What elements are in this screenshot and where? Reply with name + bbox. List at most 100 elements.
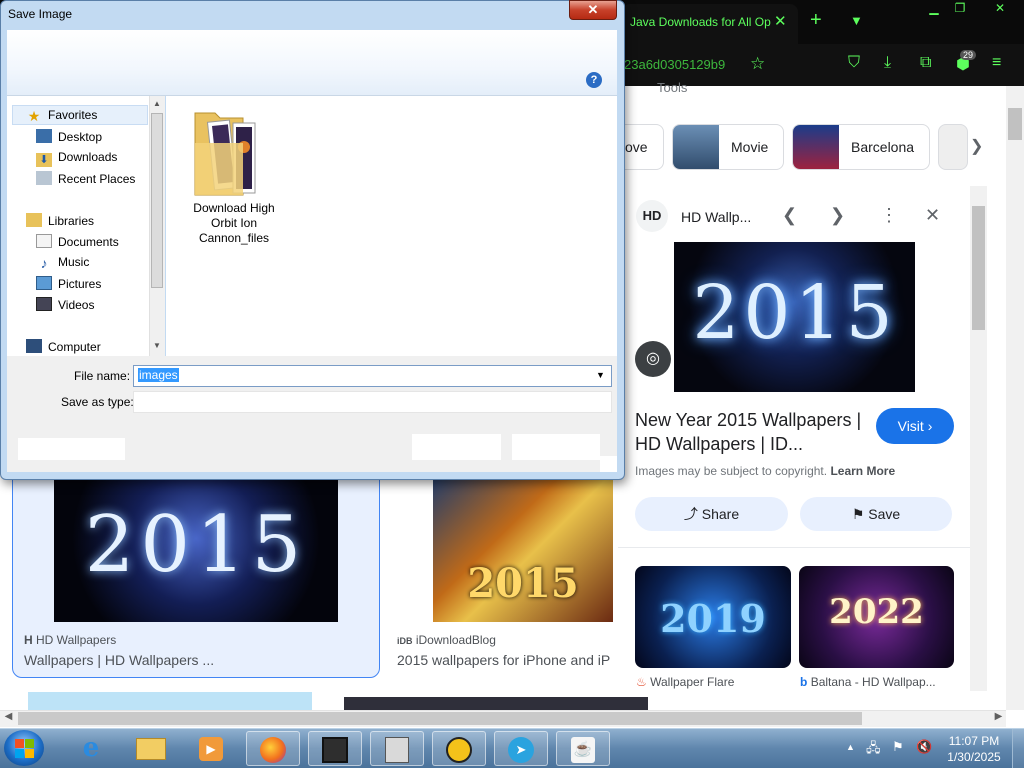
nav-item-music[interactable]: ♪ Music xyxy=(36,255,90,273)
java-icon[interactable]: ☕ xyxy=(556,731,610,766)
menu-icon[interactable]: ≡ xyxy=(992,54,1001,72)
file-explorer-icon[interactable] xyxy=(124,731,178,766)
address-bar-url[interactable]: 23a6d0305129b9 xyxy=(624,57,725,72)
filter-chip-barcelona[interactable]: Barcelona xyxy=(792,124,930,170)
chevron-left-icon[interactable]: ❮ xyxy=(782,205,797,226)
result-source[interactable]: H HD Wallpapers xyxy=(24,633,116,647)
nav-item-pictures[interactable]: Pictures xyxy=(36,276,101,294)
new-tab-icon[interactable]: + xyxy=(810,9,822,32)
nav-item-videos[interactable]: Videos xyxy=(36,297,94,315)
dialog-cancel-button[interactable] xyxy=(512,434,600,460)
folder-icon[interactable] xyxy=(193,103,259,199)
restore-icon[interactable]: ❐ xyxy=(944,0,976,18)
learn-more-link[interactable]: Learn More xyxy=(830,464,895,478)
result-source-name: iDownloadBlog xyxy=(415,633,496,647)
result-source[interactable]: iDB iDownloadBlog xyxy=(397,633,496,647)
file-name-input[interactable] xyxy=(133,365,612,387)
app-icon[interactable] xyxy=(432,731,486,766)
lens-search-icon[interactable]: ◎ xyxy=(635,341,671,377)
share-button[interactable]: ⤴ Share xyxy=(635,497,788,531)
folder-label[interactable]: Download High Orbit Ion Cannon_files xyxy=(186,201,282,246)
result-image[interactable] xyxy=(28,692,312,710)
flag-icon[interactable]: ⚑ xyxy=(892,739,904,755)
file-name-value[interactable]: images xyxy=(138,368,179,382)
dialog-close-button[interactable]: ✕ xyxy=(569,0,617,20)
more-vertical-icon[interactable]: ⋮ xyxy=(880,205,898,226)
result-title[interactable]: Wallpapers | HD Wallpapers ... xyxy=(24,652,214,668)
related-image[interactable]: 2019 xyxy=(635,566,791,668)
panel-scrollbar-thumb[interactable] xyxy=(972,206,985,330)
dropdown-arrow-icon[interactable]: ▼ xyxy=(596,370,605,380)
documents-icon xyxy=(36,234,52,248)
chevron-right-icon[interactable]: ❯ xyxy=(830,205,845,226)
result-image[interactable]: 2015 xyxy=(54,470,338,622)
chevron-right-icon[interactable]: ❯ xyxy=(970,136,983,156)
extensions-icon[interactable]: ⧉ xyxy=(920,54,931,72)
panel-site-name[interactable]: HD Wallp... xyxy=(681,209,751,225)
nav-item-computer[interactable]: Computer xyxy=(26,339,101,357)
nav-item-libraries[interactable]: Libraries xyxy=(26,213,94,231)
nav-item-downloads[interactable]: ⬇ Downloads xyxy=(36,150,117,168)
network-icon[interactable]: 🖧 xyxy=(866,739,881,761)
libraries-icon xyxy=(26,213,42,227)
filter-chip[interactable] xyxy=(938,124,968,170)
nav-item-favorites[interactable]: ★ Favorites xyxy=(26,108,98,126)
music-icon: ♪ xyxy=(40,255,48,271)
panel-image-title[interactable]: New Year 2015 Wallpapers | HD Wallpapers… xyxy=(635,408,865,456)
divider xyxy=(618,547,970,548)
minecraft-icon[interactable] xyxy=(308,731,362,766)
hide-folders-button[interactable] xyxy=(18,438,125,460)
result-image-text: 2015 xyxy=(84,500,308,590)
related-source[interactable]: b Baltana - HD Wallpap... xyxy=(800,675,936,689)
help-icon[interactable]: ? xyxy=(586,72,602,88)
result-image[interactable] xyxy=(344,697,648,710)
preview-image[interactable]: 2015 xyxy=(674,242,915,392)
shield-icon[interactable]: ⛉ xyxy=(848,54,860,72)
dialog-save-button[interactable] xyxy=(412,434,501,460)
filter-chip-movie[interactable]: Movie xyxy=(672,124,784,170)
related-source[interactable]: ♨ Wallpaper Flare xyxy=(636,675,734,689)
bookmark-star-icon[interactable]: ☆ xyxy=(750,54,765,74)
save-type-select[interactable] xyxy=(133,391,612,413)
app-icon[interactable] xyxy=(370,731,424,766)
nav-label: Computer xyxy=(48,340,101,354)
visit-button[interactable]: Visit › xyxy=(876,408,954,444)
page-scrollbar[interactable] xyxy=(1006,86,1024,710)
nav-label: Favorites xyxy=(48,108,98,122)
scroll-down-arrow-icon[interactable]: ▼ xyxy=(149,341,165,350)
tools-link[interactable]: Tools xyxy=(657,80,687,95)
tab-close-icon[interactable]: ✕ xyxy=(774,12,787,30)
telegram-icon[interactable]: ➤ xyxy=(494,731,548,766)
computer-icon xyxy=(26,339,42,353)
window-close-icon[interactable]: ✕ xyxy=(984,0,1016,18)
related-image[interactable]: 2022 xyxy=(799,566,954,668)
firefox-icon[interactable] xyxy=(246,731,300,766)
scroll-left-arrow-icon[interactable]: ◀ xyxy=(0,711,17,722)
page-scrollbar-thumb[interactable] xyxy=(1008,108,1022,140)
resize-grip[interactable] xyxy=(600,456,617,472)
related-source-name: Wallpaper Flare xyxy=(650,675,735,689)
media-player-icon[interactable]: ▶ xyxy=(184,731,238,766)
show-desktop-button[interactable] xyxy=(1012,729,1024,768)
result-image[interactable]: 2015 xyxy=(433,470,613,622)
nav-label: Downloads xyxy=(58,150,118,164)
scroll-right-arrow-icon[interactable]: ▶ xyxy=(990,711,1007,722)
nav-item-documents[interactable]: Documents xyxy=(36,234,119,252)
start-button[interactable] xyxy=(4,730,44,766)
nav-item-desktop[interactable]: Desktop xyxy=(36,129,102,147)
chevron-down-icon[interactable]: ▼ xyxy=(850,13,863,28)
result-title[interactable]: 2015 wallpapers for iPhone and iP xyxy=(397,652,619,668)
save-image-button[interactable]: ⚑ Save xyxy=(800,497,952,531)
close-icon[interactable]: ✕ xyxy=(925,205,940,226)
scroll-up-arrow-icon[interactable]: ▲ xyxy=(149,99,165,108)
desktop-icon xyxy=(36,129,52,143)
nav-item-recent-places[interactable]: Recent Places xyxy=(36,171,135,189)
download-icon[interactable]: ⤓ xyxy=(884,54,891,72)
tray-overflow-icon[interactable]: ▲ xyxy=(846,742,855,752)
nav-scrollbar-thumb[interactable] xyxy=(151,113,163,288)
clock-time[interactable]: 11:07 PM xyxy=(946,734,1002,748)
horizontal-scrollbar-thumb[interactable] xyxy=(18,712,862,725)
internet-explorer-icon[interactable]: e xyxy=(64,731,118,766)
volume-muted-icon[interactable]: 🔇 xyxy=(916,739,932,755)
clock-date[interactable]: 1/30/2025 xyxy=(946,750,1002,764)
